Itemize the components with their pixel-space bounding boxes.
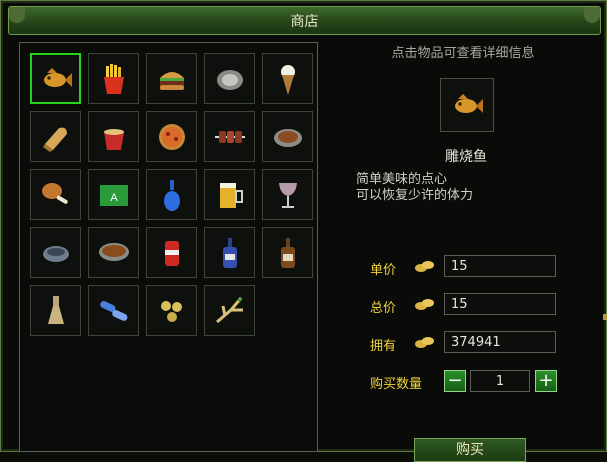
selected-item-preview bbox=[440, 78, 494, 132]
title-bar: 商店 bbox=[8, 6, 601, 35]
item-slot[interactable] bbox=[30, 227, 81, 278]
item-slot[interactable] bbox=[88, 111, 139, 162]
pie-icon bbox=[273, 128, 302, 147]
bread-icon bbox=[42, 127, 67, 152]
pizza-icon bbox=[158, 123, 185, 150]
flask-icon bbox=[47, 295, 64, 324]
item-slot[interactable]: A bbox=[88, 169, 139, 220]
item-slot[interactable] bbox=[88, 53, 139, 104]
vodka-bottle-icon bbox=[222, 237, 237, 268]
ginseng-icon bbox=[215, 296, 243, 323]
side-arrow-icon bbox=[603, 314, 607, 320]
item-slot[interactable] bbox=[146, 111, 197, 162]
carved-fish-icon bbox=[43, 67, 72, 87]
unit-price-value: 15 bbox=[444, 255, 556, 277]
unit-price-label: 单价 bbox=[370, 263, 397, 278]
small-bowl-icon bbox=[42, 245, 69, 262]
green-card-icon: A bbox=[99, 184, 128, 206]
item-slot[interactable] bbox=[262, 111, 313, 162]
fries-icon bbox=[103, 63, 124, 94]
gold-coins-icon bbox=[415, 261, 434, 272]
item-slot[interactable] bbox=[262, 53, 313, 104]
carved-fish-icon bbox=[455, 94, 483, 113]
pills-icon bbox=[99, 300, 127, 321]
detail-hint: 点击物品可查看详细信息 bbox=[391, 46, 535, 61]
ice-cream-icon bbox=[280, 64, 295, 95]
quantity-input[interactable]: 1 bbox=[470, 370, 530, 392]
item-grid: A bbox=[19, 42, 318, 452]
beer-mug-icon bbox=[219, 182, 243, 208]
whiskey-bottle-icon bbox=[280, 237, 295, 268]
item-slot[interactable] bbox=[146, 227, 197, 278]
corner-ornament-right bbox=[584, 7, 600, 23]
item-slot[interactable] bbox=[30, 169, 81, 220]
total-price-value: 15 bbox=[444, 293, 556, 315]
owned-value: 374941 bbox=[444, 331, 556, 353]
wine-glass-icon bbox=[278, 182, 297, 208]
svg-text:A: A bbox=[110, 192, 118, 204]
quantity-increase-button[interactable]: + bbox=[535, 370, 557, 392]
meat-skewer-icon bbox=[214, 130, 245, 143]
item-slot[interactable] bbox=[262, 227, 313, 278]
gold-coins-icon bbox=[415, 337, 434, 348]
selected-item-name: 雕烧鱼 bbox=[445, 149, 487, 165]
item-slot[interactable] bbox=[30, 111, 81, 162]
quantity-decrease-button[interactable]: − bbox=[444, 370, 466, 392]
item-slot[interactable] bbox=[88, 285, 139, 336]
balls-icon bbox=[160, 300, 182, 322]
noodle-cup-icon bbox=[103, 128, 124, 150]
item-slot[interactable] bbox=[146, 285, 197, 336]
gold-coins-icon bbox=[415, 299, 434, 310]
chicken-leg-icon bbox=[41, 182, 68, 204]
shop-window: 商店 A 点击物品可查看详细信息 雕烧鱼 简单美味的点心 可以恢复少许的体力 单… bbox=[0, 0, 607, 462]
buy-button[interactable]: 购买 bbox=[414, 438, 526, 462]
item-slot[interactable] bbox=[262, 169, 313, 220]
item-slot[interactable] bbox=[146, 53, 197, 104]
item-slot[interactable] bbox=[204, 169, 255, 220]
description-line-1: 简单美味的点心 bbox=[356, 172, 448, 187]
soda-can-icon bbox=[164, 240, 179, 266]
window-title: 商店 bbox=[290, 14, 319, 30]
burger-icon bbox=[159, 71, 184, 90]
total-price-label: 总价 bbox=[370, 301, 397, 316]
item-description: 简单美味的点心 可以恢复少许的体力 bbox=[356, 172, 576, 204]
item-slot[interactable] bbox=[30, 285, 81, 336]
soup-bowl-icon bbox=[98, 242, 129, 261]
description-line-2: 可以恢复少许的体力 bbox=[356, 188, 474, 203]
owned-label: 拥有 bbox=[370, 339, 397, 354]
plate-icon bbox=[216, 69, 243, 90]
quantity-label: 购买数量 bbox=[370, 377, 423, 392]
item-slot[interactable] bbox=[204, 227, 255, 278]
item-slot[interactable] bbox=[204, 285, 255, 336]
item-slot[interactable] bbox=[204, 53, 255, 104]
blue-bottle-icon bbox=[163, 179, 180, 211]
item-slot[interactable] bbox=[30, 53, 81, 104]
item-slot[interactable] bbox=[146, 169, 197, 220]
item-slot[interactable] bbox=[204, 111, 255, 162]
item-slot[interactable] bbox=[88, 227, 139, 278]
